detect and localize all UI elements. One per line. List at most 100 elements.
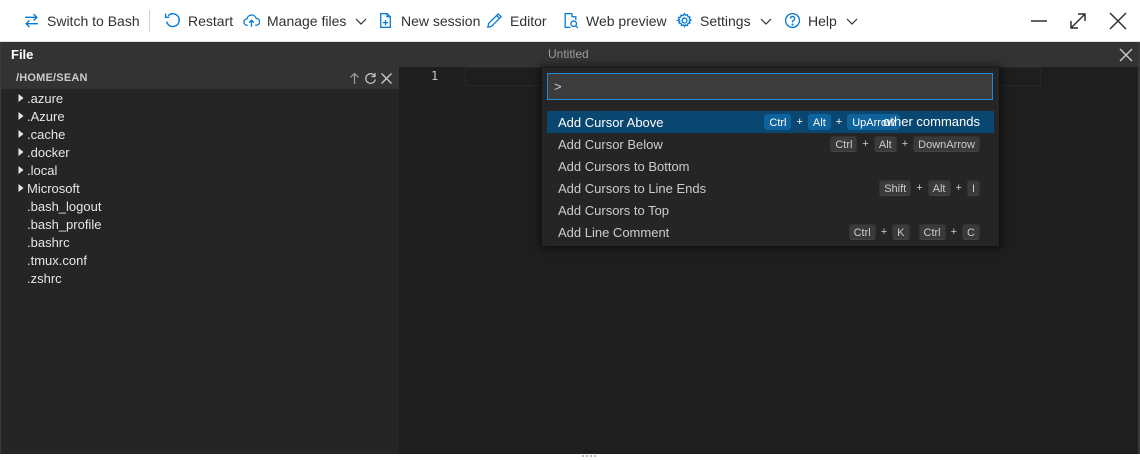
key-cap: Alt — [873, 136, 897, 152]
key-cap: K — [892, 224, 910, 240]
tree-file-zshrc[interactable]: .zshrc — [1, 269, 399, 287]
key-cap: Shift — [879, 180, 912, 196]
switch-to-bash-button[interactable]: Switch to Bash — [23, 0, 140, 42]
tree-item-label: .bash_logout — [27, 198, 102, 214]
switch-to-bash-label: Switch to Bash — [47, 12, 140, 29]
command-label: Add Cursors to Top — [558, 202, 670, 218]
help-icon — [784, 12, 801, 29]
web-preview-button[interactable]: Web preview — [562, 0, 667, 42]
tree-folder-docker[interactable]: .docker — [1, 143, 399, 161]
menu-file[interactable]: File — [11, 42, 33, 67]
tree-file-bash-profile[interactable]: .bash_profile — [1, 215, 399, 233]
minimize-icon — [1031, 20, 1047, 22]
keybinding: Shift + Alt + I — [879, 177, 980, 199]
manage-files-label: Manage files — [267, 12, 347, 29]
command-item-add-cursors-to-bottom[interactable]: Add Cursors to Bottom — [547, 155, 994, 177]
new-session-label: New session — [401, 12, 481, 29]
tree-file-tmux-conf[interactable]: .tmux.conf — [1, 251, 399, 269]
resize-grip-icon[interactable] — [580, 454, 598, 459]
pencil-icon — [486, 13, 502, 29]
command-palette: Add Cursor Above Ctrl+Alt+UpArrow other … — [542, 68, 999, 246]
command-list: Add Cursor Above Ctrl + Alt + UpArrow other … — [547, 111, 994, 243]
explorer-header: /HOME/SEAN — [1, 67, 399, 89]
caret-right-icon — [18, 94, 24, 102]
tree-item-label: .bashrc — [27, 234, 70, 250]
key-plus: + — [955, 182, 962, 194]
explorer-path: /HOME/SEAN — [16, 72, 88, 84]
key-cap: Alt — [807, 114, 831, 130]
close-icon — [1109, 12, 1127, 30]
toolbar-divider — [149, 10, 150, 32]
keybinding: Ctrl + Alt + DownArrow — [830, 133, 980, 155]
key-plus: + — [916, 182, 923, 194]
key-cap: DownArrow — [913, 136, 980, 152]
tree-item-label: .local — [27, 162, 58, 178]
refresh-button[interactable] — [363, 70, 378, 86]
restart-button[interactable]: Restart — [164, 0, 233, 42]
help-label: Help — [808, 12, 837, 29]
tree-folder-local[interactable]: .local — [1, 161, 399, 179]
tree-item-label: .docker — [27, 144, 70, 160]
new-session-button[interactable]: New session — [377, 0, 480, 42]
command-item-add-cursors-to-line-ends[interactable]: Add Cursors to Line Ends Shift + Alt + I — [547, 177, 994, 199]
refresh-icon — [365, 72, 376, 84]
chevron-down-icon — [846, 18, 858, 25]
switch-arrows-icon — [25, 13, 38, 28]
arrow-up-icon — [350, 72, 359, 84]
tree-folder-azure[interactable]: .azure — [1, 89, 399, 107]
tree-folder-microsoft[interactable]: Microsoft — [1, 179, 399, 197]
keybinding: Ctrl + Alt + UpArrow — [764, 111, 900, 133]
cloud-shell-toolbar: Switch to Bash Restart Manage files New … — [0, 0, 1140, 42]
key-cap: Ctrl — [764, 114, 792, 130]
key-plus: + — [835, 116, 843, 128]
tree-folder-azure-upper[interactable]: .Azure — [1, 107, 399, 125]
menu-bar: File Untitled — [1, 42, 1138, 67]
editor-label: Editor — [510, 12, 547, 29]
tree-folder-cache[interactable]: .cache — [1, 125, 399, 143]
command-item-add-line-comment[interactable]: Add Line Comment Ctrl + K Ctrl + C — [547, 221, 994, 243]
command-item-add-cursors-to-top[interactable]: Add Cursors to Top — [547, 199, 994, 221]
maximize-button[interactable] — [1058, 0, 1098, 42]
restart-icon — [164, 13, 180, 28]
editor-tab-title: Untitled — [548, 47, 589, 61]
close-explorer-button[interactable] — [379, 70, 394, 86]
web-preview-label: Web preview — [586, 12, 667, 29]
key-plus: + — [901, 138, 909, 150]
key-cap: C — [962, 224, 980, 240]
command-item-add-cursor-above[interactable]: Add Cursor Above Ctrl + Alt + UpArrow other … — [547, 111, 994, 133]
line-number: 1 — [431, 69, 439, 83]
chevron-down-icon — [355, 18, 367, 25]
code-editor: File Untitled /HOME/SEAN .azure .Azure .… — [0, 42, 1140, 454]
key-cap: Ctrl — [848, 224, 876, 240]
web-preview-icon — [564, 12, 579, 29]
minimize-button[interactable] — [1019, 0, 1059, 42]
manage-files-button[interactable]: Manage files — [243, 0, 368, 42]
restart-label: Restart — [188, 12, 234, 29]
tree-item-label: .Azure — [27, 108, 65, 124]
close-button[interactable] — [1098, 0, 1138, 42]
key-cap: Ctrl — [918, 224, 946, 240]
caret-right-icon — [18, 112, 24, 120]
up-directory-button[interactable] — [347, 70, 362, 86]
key-plus: + — [862, 138, 869, 150]
tree-file-bashrc[interactable]: .bashrc — [1, 233, 399, 251]
tree-item-label: .cache — [27, 126, 66, 142]
key-plus: + — [796, 116, 803, 128]
keybinding: Ctrl + K Ctrl + C — [848, 221, 980, 243]
key-cap: Alt — [927, 180, 951, 196]
tree-item-label: .azure — [27, 90, 64, 106]
settings-button[interactable]: Settings — [676, 0, 773, 42]
command-item-add-cursor-below[interactable]: Add Cursor Below Ctrl + Alt + DownArrow — [547, 133, 994, 155]
editor-button[interactable]: Editor — [486, 0, 547, 42]
key-cap: I — [966, 180, 980, 196]
explorer-actions — [347, 70, 394, 86]
help-button[interactable]: Help — [784, 0, 859, 42]
tree-file-bash-logout[interactable]: .bash_logout — [1, 197, 399, 215]
command-label: Add Cursors to Bottom — [558, 158, 690, 174]
close-editor-button[interactable] — [1117, 46, 1135, 64]
command-palette-input[interactable] — [547, 73, 993, 100]
chevron-down-icon — [760, 18, 772, 25]
file-explorer: /HOME/SEAN .azure .Azure .cache .docker … — [1, 67, 399, 454]
maximize-icon — [1070, 13, 1086, 29]
cloud-upload-icon — [243, 14, 260, 27]
